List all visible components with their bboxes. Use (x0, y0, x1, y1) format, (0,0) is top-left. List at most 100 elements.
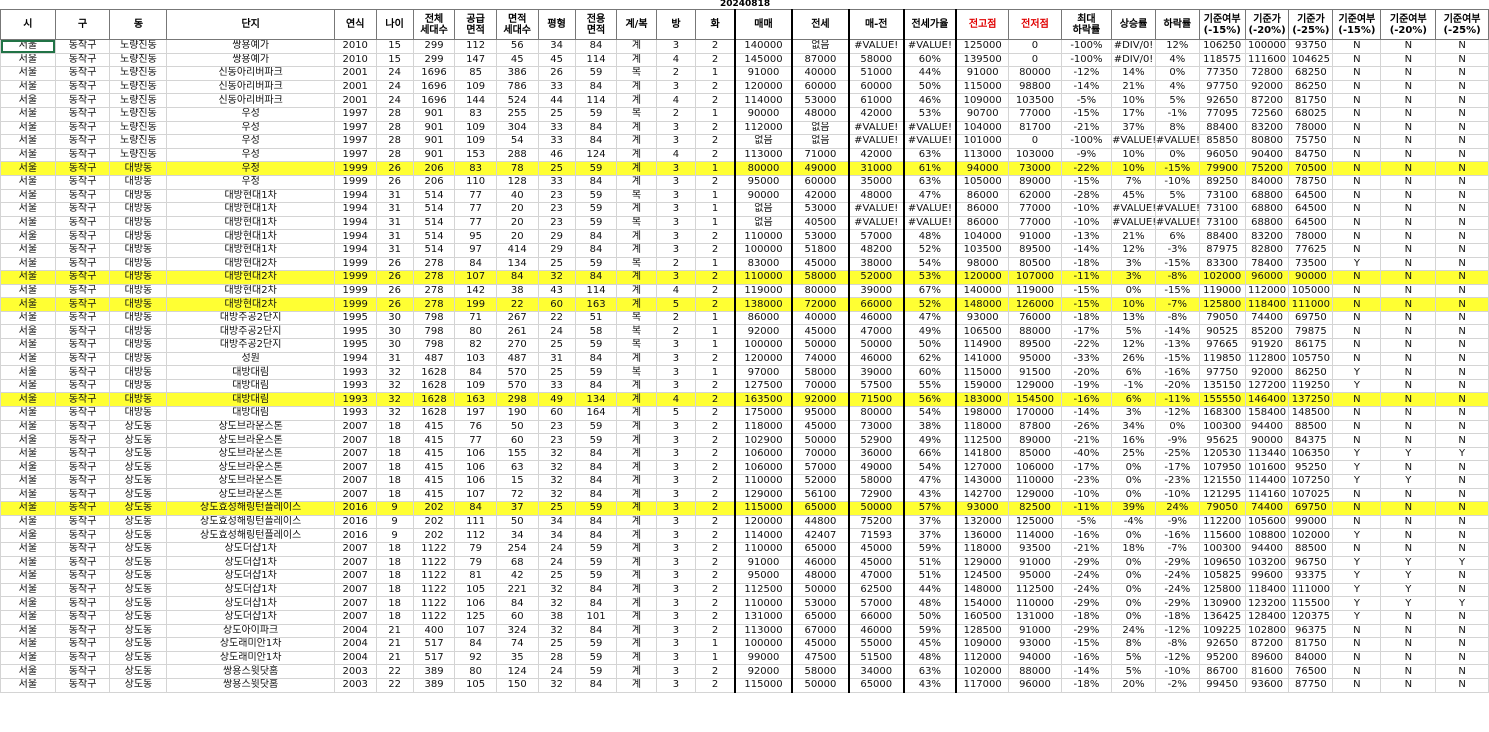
table-cell[interactable]: 3 (655, 582, 697, 598)
table-cell[interactable]: 성원 (166, 351, 335, 367)
table-cell[interactable]: 278 (412, 297, 456, 312)
table-cell[interactable]: 155550 (1198, 392, 1246, 408)
table-cell[interactable]: 2007 (333, 609, 377, 625)
table-cell[interactable]: 서울 (0, 528, 56, 543)
column-header[interactable]: 면적 세대수 (495, 9, 539, 40)
table-cell[interactable]: 계 (616, 637, 657, 652)
table-cell[interactable]: 68800 (1244, 202, 1290, 217)
table-cell[interactable]: 91000 (955, 66, 1010, 81)
table-cell[interactable]: 120530 (1198, 446, 1246, 462)
table-cell[interactable]: -8% (1154, 270, 1200, 285)
table-cell[interactable]: 1 (695, 324, 736, 340)
table-cell[interactable]: 109225 (1198, 623, 1246, 639)
table-cell[interactable]: N (1332, 514, 1382, 530)
table-cell[interactable]: 6% (1154, 229, 1200, 244)
table-cell[interactable]: 2 (695, 487, 736, 503)
table-cell[interactable]: 2 (695, 392, 736, 408)
table-cell[interactable]: -9% (1154, 514, 1200, 530)
table-cell[interactable]: 31 (375, 202, 414, 217)
table-cell[interactable]: 113000 (734, 147, 793, 163)
table-cell[interactable]: 59 (574, 637, 618, 652)
table-cell[interactable]: 97750 (1198, 365, 1246, 380)
table-cell[interactable]: 서울 (0, 256, 56, 272)
table-cell[interactable]: 서울 (0, 242, 56, 258)
table-cell[interactable]: 150 (495, 677, 539, 693)
table-cell[interactable]: 2007 (333, 582, 377, 598)
table-cell[interactable]: 18 (375, 460, 414, 475)
table-cell[interactable]: 4 (655, 283, 697, 299)
table-cell[interactable]: 798 (412, 324, 456, 340)
table-cell[interactable]: 91000 (1008, 623, 1062, 639)
table-cell[interactable]: Y (1332, 474, 1382, 489)
table-cell[interactable]: -23% (1154, 474, 1200, 489)
table-cell[interactable]: 복 (616, 310, 657, 326)
table-cell[interactable]: 동작구 (54, 528, 111, 543)
table-cell[interactable]: 계 (616, 161, 657, 176)
table-cell[interactable]: 79900 (1198, 161, 1246, 176)
table-cell[interactable]: 서울 (0, 39, 56, 54)
table-cell[interactable]: 28 (375, 134, 414, 149)
table-cell[interactable]: 1 (695, 310, 736, 326)
table-cell[interactable]: 79050 (1198, 310, 1246, 326)
table-cell[interactable]: 84 (574, 351, 618, 367)
table-cell[interactable]: 2004 (333, 637, 377, 652)
table-cell[interactable]: 110000 (1008, 596, 1062, 611)
table-cell[interactable]: -18% (1154, 609, 1200, 625)
table-cell[interactable]: N (1435, 419, 1489, 435)
table-cell[interactable]: 102000 (955, 664, 1010, 679)
table-cell[interactable]: 80000 (791, 283, 850, 299)
table-cell[interactable]: 63% (903, 147, 958, 163)
table-cell[interactable]: 517 (412, 637, 456, 652)
table-row[interactable]: 서울 동작구 노량진동 쌍용예가 2010 15 299 147 45 45 114 계 4 2 14500… (0, 52, 1489, 68)
table-cell[interactable]: 59 (574, 188, 618, 204)
table-row[interactable]: 서울 동작구 대방동 대방현대1차 1994 31 514 95 20 29 84 계 3 2 110000… (0, 229, 1489, 244)
table-cell[interactable]: 514 (412, 215, 456, 231)
table-cell[interactable]: N (1380, 324, 1437, 340)
table-cell[interactable]: 동작구 (54, 270, 111, 285)
table-cell[interactable]: 119250 (1288, 378, 1334, 394)
sheet-body[interactable]: 서울 동작구 노량진동 쌍용예가 2010 15 299 112 56 34 84 계 3 2 140000… (0, 39, 1489, 693)
table-cell[interactable]: N (1332, 501, 1382, 516)
table-cell[interactable]: 33 (537, 134, 576, 149)
table-cell[interactable]: 288 (495, 147, 539, 163)
table-cell[interactable]: N (1332, 270, 1382, 285)
table-cell[interactable]: 59 (574, 202, 618, 217)
table-cell[interactable]: 0% (1111, 460, 1156, 475)
table-cell[interactable]: -15% (1060, 106, 1113, 122)
table-cell[interactable]: 105750 (1288, 351, 1334, 367)
table-cell[interactable]: N (1435, 242, 1489, 258)
table-cell[interactable]: 3 (655, 242, 697, 258)
table-cell[interactable]: 복 (616, 324, 657, 340)
table-row[interactable]: 서울 동작구 대방동 대방대림 1993 32 1628 109 570 33 84 계 3 2 12750… (0, 378, 1489, 394)
table-cell[interactable]: 95000 (791, 406, 850, 421)
table-cell[interactable]: 계 (616, 283, 657, 299)
table-cell[interactable]: 35000 (848, 174, 905, 190)
table-cell[interactable]: 86000 (955, 188, 1010, 204)
table-cell[interactable]: 115000 (955, 79, 1010, 95)
table-cell[interactable]: -15% (1154, 161, 1200, 176)
table-cell[interactable]: 2 (695, 541, 736, 557)
table-cell[interactable]: -29% (1154, 596, 1200, 611)
table-cell[interactable]: 84 (574, 677, 618, 693)
table-cell[interactable]: 2 (695, 528, 736, 543)
table-cell[interactable]: 2 (695, 582, 736, 598)
table-cell[interactable]: N (1380, 664, 1437, 679)
table-cell[interactable]: 87200 (1244, 637, 1290, 652)
table-cell[interactable]: 106 (454, 474, 497, 489)
table-cell[interactable]: 570 (495, 365, 539, 380)
table-cell[interactable]: 45000 (848, 555, 905, 571)
table-cell[interactable]: 112800 (1244, 351, 1290, 367)
table-cell[interactable]: 82500 (1008, 501, 1062, 516)
table-cell[interactable]: 계 (616, 419, 657, 435)
table-cell[interactable]: 487 (412, 351, 456, 367)
table-cell[interactable]: 0% (1111, 609, 1156, 625)
table-cell[interactable]: 37 (495, 501, 539, 516)
table-cell[interactable]: 278 (412, 256, 456, 272)
table-cell[interactable]: 42407 (791, 528, 850, 543)
table-cell[interactable]: 84000 (1244, 174, 1290, 190)
table-cell[interactable]: 81750 (1288, 93, 1334, 108)
table-cell[interactable]: #VALUE! (903, 202, 958, 217)
table-cell[interactable]: 97750 (1198, 79, 1246, 95)
table-cell[interactable]: 동작구 (54, 283, 111, 299)
table-cell[interactable]: -20% (1060, 365, 1113, 380)
